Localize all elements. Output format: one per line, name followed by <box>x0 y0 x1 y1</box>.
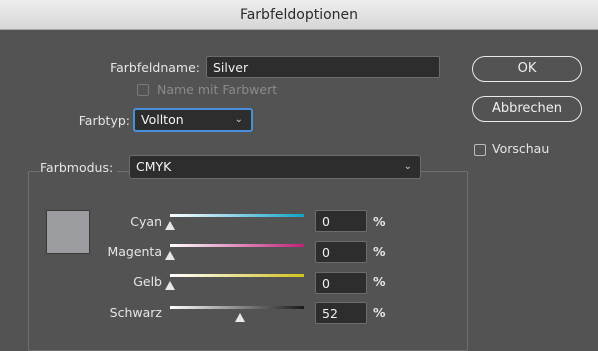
title-bar: Farbfeldoptionen <box>0 0 598 30</box>
color-mode-value: CMYK <box>136 159 172 174</box>
color-type-select[interactable]: Vollton ⌄ <box>133 108 253 132</box>
cyan-percent: % <box>373 214 386 229</box>
ok-button[interactable]: OK <box>472 56 582 82</box>
cyan-value-input[interactable] <box>315 210 367 232</box>
magenta-slider-track[interactable] <box>170 244 304 247</box>
cyan-slider-thumb[interactable] <box>165 221 175 230</box>
yellow-slider-track[interactable] <box>170 274 304 277</box>
swatch-name-label: Farbfeldname: <box>110 60 200 75</box>
black-value-input[interactable] <box>315 302 367 324</box>
swatch-name-input[interactable] <box>206 56 440 78</box>
name-with-value-checkbox[interactable] <box>137 84 149 96</box>
color-mode-select[interactable]: CMYK ⌄ <box>129 155 421 179</box>
cyan-slider-track[interactable] <box>170 214 304 217</box>
swatch-options-dialog: Farbfeldname: Name mit Farbwert Farbtyp:… <box>0 30 598 351</box>
color-mode-group <box>28 171 468 351</box>
color-type-value: Vollton <box>141 112 184 127</box>
color-mode-label: Farbmodus: <box>40 160 118 175</box>
window-title: Farbfeldoptionen <box>239 7 359 23</box>
magenta-percent: % <box>373 244 386 259</box>
magenta-value-input[interactable] <box>315 241 367 263</box>
cyan-label: Cyan <box>130 214 162 229</box>
magenta-label: Magenta <box>107 244 162 259</box>
preview-label: Vorschau <box>492 141 550 156</box>
black-slider-track[interactable] <box>170 306 304 309</box>
color-type-label: Farbtyp: <box>78 113 130 128</box>
yellow-value-input[interactable] <box>315 272 367 294</box>
yellow-percent: % <box>373 274 386 289</box>
yellow-label: Gelb <box>133 274 162 289</box>
chevron-down-icon: ⌄ <box>234 114 243 125</box>
cancel-button[interactable]: Abbrechen <box>472 96 582 122</box>
black-label: Schwarz <box>109 305 162 320</box>
yellow-slider-thumb[interactable] <box>165 281 175 290</box>
magenta-slider-thumb[interactable] <box>165 251 175 260</box>
black-percent: % <box>373 305 386 320</box>
chevron-down-icon: ⌄ <box>403 161 412 172</box>
name-with-value-label: Name mit Farbwert <box>157 82 278 97</box>
preview-checkbox[interactable] <box>474 144 486 156</box>
black-slider-thumb[interactable] <box>234 313 245 322</box>
